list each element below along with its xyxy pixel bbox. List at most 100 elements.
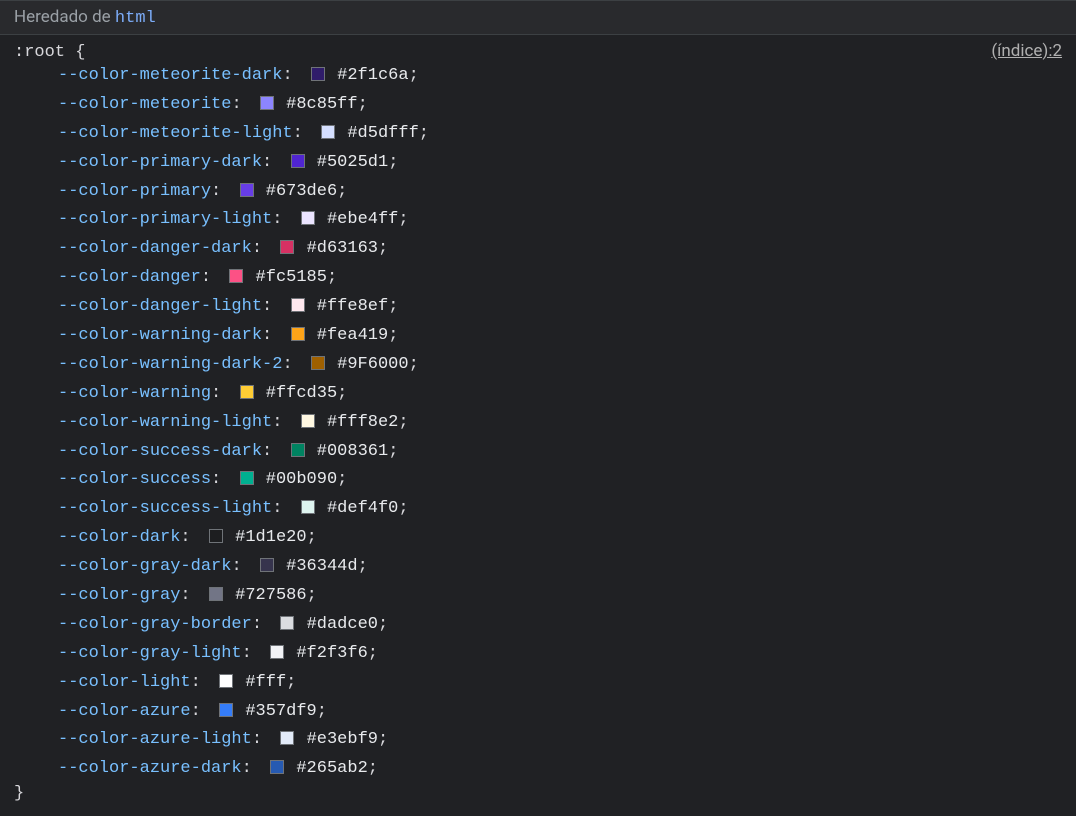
css-declaration[interactable]: --color-primary-light: #ebe4ff; — [58, 206, 1062, 235]
selector-line[interactable]: :root { — [14, 43, 85, 62]
property-value[interactable]: #def4f0 — [327, 499, 398, 518]
property-value[interactable]: #2f1c6a — [337, 66, 408, 85]
property-value[interactable]: #36344d — [286, 557, 357, 576]
color-swatch-icon[interactable] — [209, 529, 223, 543]
property-value[interactable]: #ebe4ff — [327, 210, 398, 229]
color-swatch-icon[interactable] — [291, 443, 305, 457]
color-swatch-icon[interactable] — [311, 356, 325, 370]
color-swatch-icon[interactable] — [260, 96, 274, 110]
color-swatch-icon[interactable] — [311, 67, 325, 81]
color-swatch-icon[interactable] — [301, 500, 315, 514]
property-name[interactable]: --color-meteorite-light — [58, 124, 293, 143]
property-name[interactable]: --color-warning-dark-2 — [58, 355, 282, 374]
color-swatch-icon[interactable] — [321, 125, 335, 139]
property-value[interactable]: #357df9 — [245, 702, 316, 721]
property-value[interactable]: #d5dfff — [347, 124, 418, 143]
css-declaration[interactable]: --color-gray-border: #dadce0; — [58, 611, 1062, 640]
color-swatch-icon[interactable] — [291, 327, 305, 341]
property-value[interactable]: #e3ebf9 — [307, 730, 378, 749]
color-swatch-icon[interactable] — [240, 471, 254, 485]
css-declaration[interactable]: --color-azure-dark: #265ab2; — [58, 755, 1062, 784]
property-name[interactable]: --color-warning — [58, 384, 211, 403]
color-swatch-icon[interactable] — [240, 183, 254, 197]
color-swatch-icon[interactable] — [270, 645, 284, 659]
css-declaration[interactable]: --color-primary: #673de6; — [58, 178, 1062, 207]
source-link[interactable]: (índice):2 — [991, 41, 1062, 61]
property-value[interactable]: #d63163 — [307, 239, 378, 258]
property-name[interactable]: --color-danger — [58, 268, 201, 287]
color-swatch-icon[interactable] — [280, 240, 294, 254]
property-value[interactable]: #fea419 — [317, 326, 388, 345]
property-value[interactable]: #265ab2 — [296, 759, 367, 778]
property-name[interactable]: --color-dark — [58, 528, 180, 547]
css-declaration[interactable]: --color-meteorite-dark: #2f1c6a; — [58, 62, 1062, 91]
property-name[interactable]: --color-gray-light — [58, 644, 242, 663]
property-value[interactable]: #1d1e20 — [235, 528, 306, 547]
property-name[interactable]: --color-gray-dark — [58, 557, 231, 576]
css-declaration[interactable]: --color-meteorite-light: #d5dfff; — [58, 120, 1062, 149]
css-declaration[interactable]: --color-primary-dark: #5025d1; — [58, 149, 1062, 178]
property-value[interactable]: #ffe8ef — [317, 297, 388, 316]
css-declaration[interactable]: --color-warning-dark-2: #9F6000; — [58, 351, 1062, 380]
css-declaration[interactable]: --color-danger: #fc5185; — [58, 264, 1062, 293]
css-declaration[interactable]: --color-success: #00b090; — [58, 466, 1062, 495]
css-declaration[interactable]: --color-danger-light: #ffe8ef; — [58, 293, 1062, 322]
property-value[interactable]: #dadce0 — [307, 615, 378, 634]
color-swatch-icon[interactable] — [301, 211, 315, 225]
property-name[interactable]: --color-primary-dark — [58, 153, 262, 172]
property-name[interactable]: --color-light — [58, 673, 191, 692]
property-name[interactable]: --color-meteorite-dark — [58, 66, 282, 85]
css-declaration[interactable]: --color-warning-light: #fff8e2; — [58, 409, 1062, 438]
property-value[interactable]: #fff — [245, 673, 286, 692]
property-value[interactable]: #f2f3f6 — [296, 644, 367, 663]
color-swatch-icon[interactable] — [291, 298, 305, 312]
property-name[interactable]: --color-warning-light — [58, 413, 272, 432]
color-swatch-icon[interactable] — [260, 558, 274, 572]
property-name[interactable]: --color-primary — [58, 182, 211, 201]
css-declaration[interactable]: --color-warning-dark: #fea419; — [58, 322, 1062, 351]
property-name[interactable]: --color-success-light — [58, 499, 272, 518]
css-declaration[interactable]: --color-gray: #727586; — [58, 582, 1062, 611]
property-value[interactable]: #008361 — [317, 442, 388, 461]
property-value[interactable]: #ffcd35 — [266, 384, 337, 403]
property-value[interactable]: #8c85ff — [286, 95, 357, 114]
property-name[interactable]: --color-danger-light — [58, 297, 262, 316]
property-value[interactable]: #fc5185 — [256, 268, 327, 287]
property-value[interactable]: #9F6000 — [337, 355, 408, 374]
css-declaration[interactable]: --color-success-light: #def4f0; — [58, 495, 1062, 524]
color-swatch-icon[interactable] — [280, 731, 294, 745]
property-name[interactable]: --color-success — [58, 470, 211, 489]
property-value[interactable]: #5025d1 — [317, 153, 388, 172]
property-name[interactable]: --color-meteorite — [58, 95, 231, 114]
css-declaration[interactable]: --color-gray-dark: #36344d; — [58, 553, 1062, 582]
property-value[interactable]: #00b090 — [266, 470, 337, 489]
css-declaration[interactable]: --color-danger-dark: #d63163; — [58, 235, 1062, 264]
color-swatch-icon[interactable] — [280, 616, 294, 630]
color-swatch-icon[interactable] — [240, 385, 254, 399]
color-swatch-icon[interactable] — [219, 674, 233, 688]
property-name[interactable]: --color-success-dark — [58, 442, 262, 461]
css-declaration[interactable]: --color-gray-light: #f2f3f6; — [58, 640, 1062, 669]
property-value[interactable]: #673de6 — [266, 182, 337, 201]
property-name[interactable]: --color-azure-dark — [58, 759, 242, 778]
color-swatch-icon[interactable] — [209, 587, 223, 601]
property-name[interactable]: --color-primary-light — [58, 210, 272, 229]
property-name[interactable]: --color-azure — [58, 702, 191, 721]
css-declaration[interactable]: --color-azure: #357df9; — [58, 698, 1062, 727]
css-declaration[interactable]: --color-dark: #1d1e20; — [58, 524, 1062, 553]
property-name[interactable]: --color-gray-border — [58, 615, 252, 634]
color-swatch-icon[interactable] — [229, 269, 243, 283]
css-declaration[interactable]: --color-success-dark: #008361; — [58, 438, 1062, 467]
property-name[interactable]: --color-azure-light — [58, 730, 252, 749]
inherited-from-link[interactable]: html — [115, 9, 156, 28]
property-value[interactable]: #727586 — [235, 586, 306, 605]
css-declaration[interactable]: --color-meteorite: #8c85ff; — [58, 91, 1062, 120]
property-value[interactable]: #fff8e2 — [327, 413, 398, 432]
css-declaration[interactable]: --color-light: #fff; — [58, 669, 1062, 698]
property-name[interactable]: --color-danger-dark — [58, 239, 252, 258]
property-name[interactable]: --color-gray — [58, 586, 180, 605]
color-swatch-icon[interactable] — [219, 703, 233, 717]
css-declaration[interactable]: --color-azure-light: #e3ebf9; — [58, 726, 1062, 755]
property-name[interactable]: --color-warning-dark — [58, 326, 262, 345]
color-swatch-icon[interactable] — [291, 154, 305, 168]
